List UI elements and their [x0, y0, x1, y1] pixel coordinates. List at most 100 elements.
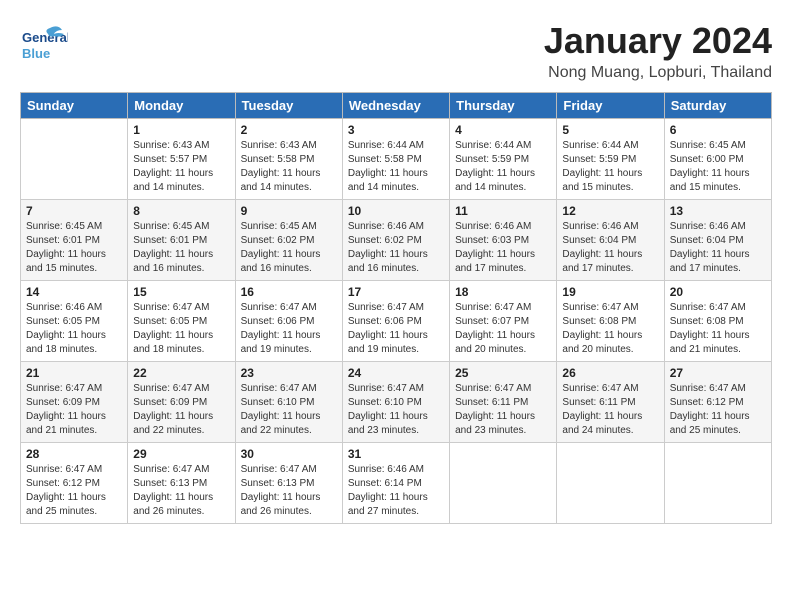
day-info: Sunrise: 6:47 AM Sunset: 6:11 PM Dayligh…: [455, 382, 551, 438]
day-info: Sunrise: 6:47 AM Sunset: 6:08 PM Dayligh…: [670, 301, 766, 357]
logo: General Blue: [20, 20, 68, 68]
day-info: Sunrise: 6:44 AM Sunset: 5:58 PM Dayligh…: [348, 139, 444, 195]
day-info: Sunrise: 6:47 AM Sunset: 6:10 PM Dayligh…: [348, 382, 444, 438]
calendar-cell: 27 Sunrise: 6:47 AM Sunset: 6:12 PM Dayli…: [664, 362, 771, 443]
day-number: 2: [241, 123, 337, 137]
calendar-cell: 5 Sunrise: 6:44 AM Sunset: 5:59 PM Daylig…: [557, 119, 664, 200]
weekday-header-friday: Friday: [557, 93, 664, 119]
calendar-cell: 18 Sunrise: 6:47 AM Sunset: 6:07 PM Dayli…: [450, 281, 557, 362]
day-number: 16: [241, 285, 337, 299]
calendar-cell: 17 Sunrise: 6:47 AM Sunset: 6:06 PM Dayli…: [342, 281, 449, 362]
day-number: 30: [241, 447, 337, 461]
day-number: 12: [562, 204, 658, 218]
day-info: Sunrise: 6:47 AM Sunset: 6:12 PM Dayligh…: [26, 463, 122, 519]
page-header: General Blue January 2024 Nong Muang, Lo…: [20, 20, 772, 82]
calendar-cell: 10 Sunrise: 6:46 AM Sunset: 6:02 PM Dayli…: [342, 200, 449, 281]
calendar-cell: 25 Sunrise: 6:47 AM Sunset: 6:11 PM Dayli…: [450, 362, 557, 443]
calendar-cell: 15 Sunrise: 6:47 AM Sunset: 6:05 PM Dayli…: [128, 281, 235, 362]
day-info: Sunrise: 6:47 AM Sunset: 6:08 PM Dayligh…: [562, 301, 658, 357]
day-info: Sunrise: 6:47 AM Sunset: 6:06 PM Dayligh…: [348, 301, 444, 357]
day-number: 11: [455, 204, 551, 218]
calendar-cell: 23Sunrise: 6:47 AM Sunset: 6:10 PM Dayli…: [235, 362, 342, 443]
calendar-cell: 14 Sunrise: 6:46 AM Sunset: 6:05 PM Dayli…: [21, 281, 128, 362]
calendar-cell: [557, 443, 664, 524]
day-info: Sunrise: 6:46 AM Sunset: 6:05 PM Dayligh…: [26, 301, 122, 357]
day-info: Sunrise: 6:47 AM Sunset: 6:13 PM Dayligh…: [241, 463, 337, 519]
calendar-cell: 11 Sunrise: 6:46 AM Sunset: 6:03 PM Dayli…: [450, 200, 557, 281]
month-title: January 2024: [544, 20, 772, 62]
calendar-cell: 19Sunrise: 6:47 AM Sunset: 6:08 PM Dayli…: [557, 281, 664, 362]
day-number: 25: [455, 366, 551, 380]
calendar-cell: 8 Sunrise: 6:45 AM Sunset: 6:01 PM Daylig…: [128, 200, 235, 281]
title-block: January 2024 Nong Muang, Lopburi, Thaila…: [544, 20, 772, 82]
day-number: 24: [348, 366, 444, 380]
calendar-cell: 7 Sunrise: 6:45 AM Sunset: 6:01 PM Daylig…: [21, 200, 128, 281]
calendar-header-row: SundayMondayTuesdayWednesdayThursdayFrid…: [21, 93, 772, 119]
svg-text:Blue: Blue: [22, 46, 50, 61]
calendar-cell: 29 Sunrise: 6:47 AM Sunset: 6:13 PM Dayli…: [128, 443, 235, 524]
day-info: Sunrise: 6:46 AM Sunset: 6:04 PM Dayligh…: [670, 220, 766, 276]
day-info: Sunrise: 6:45 AM Sunset: 6:01 PM Dayligh…: [133, 220, 229, 276]
calendar-week-4: 21Sunrise: 6:47 AM Sunset: 6:09 PM Dayli…: [21, 362, 772, 443]
weekday-header-sunday: Sunday: [21, 93, 128, 119]
calendar-cell: 12Sunrise: 6:46 AM Sunset: 6:04 PM Dayli…: [557, 200, 664, 281]
calendar-cell: [664, 443, 771, 524]
day-info: Sunrise: 6:47 AM Sunset: 6:06 PM Dayligh…: [241, 301, 337, 357]
day-number: 8: [133, 204, 229, 218]
calendar-cell: [450, 443, 557, 524]
day-info: Sunrise: 6:47 AM Sunset: 6:07 PM Dayligh…: [455, 301, 551, 357]
day-number: 4: [455, 123, 551, 137]
weekday-header-saturday: Saturday: [664, 93, 771, 119]
logo-icon: General Blue: [20, 20, 68, 68]
day-number: 14: [26, 285, 122, 299]
day-number: 7: [26, 204, 122, 218]
svg-text:General: General: [22, 30, 68, 45]
calendar-cell: 22 Sunrise: 6:47 AM Sunset: 6:09 PM Dayli…: [128, 362, 235, 443]
day-info: Sunrise: 6:47 AM Sunset: 6:05 PM Dayligh…: [133, 301, 229, 357]
day-number: 6: [670, 123, 766, 137]
calendar-cell: 2 Sunrise: 6:43 AM Sunset: 5:58 PM Daylig…: [235, 119, 342, 200]
day-info: Sunrise: 6:44 AM Sunset: 5:59 PM Dayligh…: [562, 139, 658, 195]
day-number: 15: [133, 285, 229, 299]
calendar-cell: 31Sunrise: 6:46 AM Sunset: 6:14 PM Dayli…: [342, 443, 449, 524]
day-number: 27: [670, 366, 766, 380]
calendar-cell: 6 Sunrise: 6:45 AM Sunset: 6:00 PM Daylig…: [664, 119, 771, 200]
calendar-cell: 13Sunrise: 6:46 AM Sunset: 6:04 PM Dayli…: [664, 200, 771, 281]
day-info: Sunrise: 6:46 AM Sunset: 6:03 PM Dayligh…: [455, 220, 551, 276]
day-info: Sunrise: 6:47 AM Sunset: 6:10 PM Dayligh…: [241, 382, 337, 438]
calendar-cell: 3 Sunrise: 6:44 AM Sunset: 5:58 PM Daylig…: [342, 119, 449, 200]
calendar-cell: 4 Sunrise: 6:44 AM Sunset: 5:59 PM Daylig…: [450, 119, 557, 200]
day-number: 22: [133, 366, 229, 380]
day-info: Sunrise: 6:46 AM Sunset: 6:02 PM Dayligh…: [348, 220, 444, 276]
day-number: 26: [562, 366, 658, 380]
weekday-header-tuesday: Tuesday: [235, 93, 342, 119]
day-number: 5: [562, 123, 658, 137]
day-number: 9: [241, 204, 337, 218]
day-info: Sunrise: 6:46 AM Sunset: 6:14 PM Dayligh…: [348, 463, 444, 519]
location-title: Nong Muang, Lopburi, Thailand: [544, 64, 772, 82]
day-number: 1: [133, 123, 229, 137]
day-info: Sunrise: 6:47 AM Sunset: 6:13 PM Dayligh…: [133, 463, 229, 519]
day-info: Sunrise: 6:45 AM Sunset: 6:01 PM Dayligh…: [26, 220, 122, 276]
day-number: 20: [670, 285, 766, 299]
calendar-week-3: 14 Sunrise: 6:46 AM Sunset: 6:05 PM Dayli…: [21, 281, 772, 362]
calendar-cell: 1 Sunrise: 6:43 AM Sunset: 5:57 PM Daylig…: [128, 119, 235, 200]
day-info: Sunrise: 6:45 AM Sunset: 6:00 PM Dayligh…: [670, 139, 766, 195]
day-info: Sunrise: 6:47 AM Sunset: 6:09 PM Dayligh…: [133, 382, 229, 438]
day-info: Sunrise: 6:43 AM Sunset: 5:58 PM Dayligh…: [241, 139, 337, 195]
day-number: 28: [26, 447, 122, 461]
day-number: 17: [348, 285, 444, 299]
day-info: Sunrise: 6:44 AM Sunset: 5:59 PM Dayligh…: [455, 139, 551, 195]
day-number: 29: [133, 447, 229, 461]
day-number: 18: [455, 285, 551, 299]
day-info: Sunrise: 6:47 AM Sunset: 6:09 PM Dayligh…: [26, 382, 122, 438]
day-info: Sunrise: 6:45 AM Sunset: 6:02 PM Dayligh…: [241, 220, 337, 276]
day-number: 10: [348, 204, 444, 218]
calendar-cell: 30 Sunrise: 6:47 AM Sunset: 6:13 PM Dayli…: [235, 443, 342, 524]
day-info: Sunrise: 6:47 AM Sunset: 6:12 PM Dayligh…: [670, 382, 766, 438]
weekday-header-monday: Monday: [128, 93, 235, 119]
day-number: 3: [348, 123, 444, 137]
day-info: Sunrise: 6:47 AM Sunset: 6:11 PM Dayligh…: [562, 382, 658, 438]
calendar-cell: 28 Sunrise: 6:47 AM Sunset: 6:12 PM Dayli…: [21, 443, 128, 524]
day-info: Sunrise: 6:43 AM Sunset: 5:57 PM Dayligh…: [133, 139, 229, 195]
